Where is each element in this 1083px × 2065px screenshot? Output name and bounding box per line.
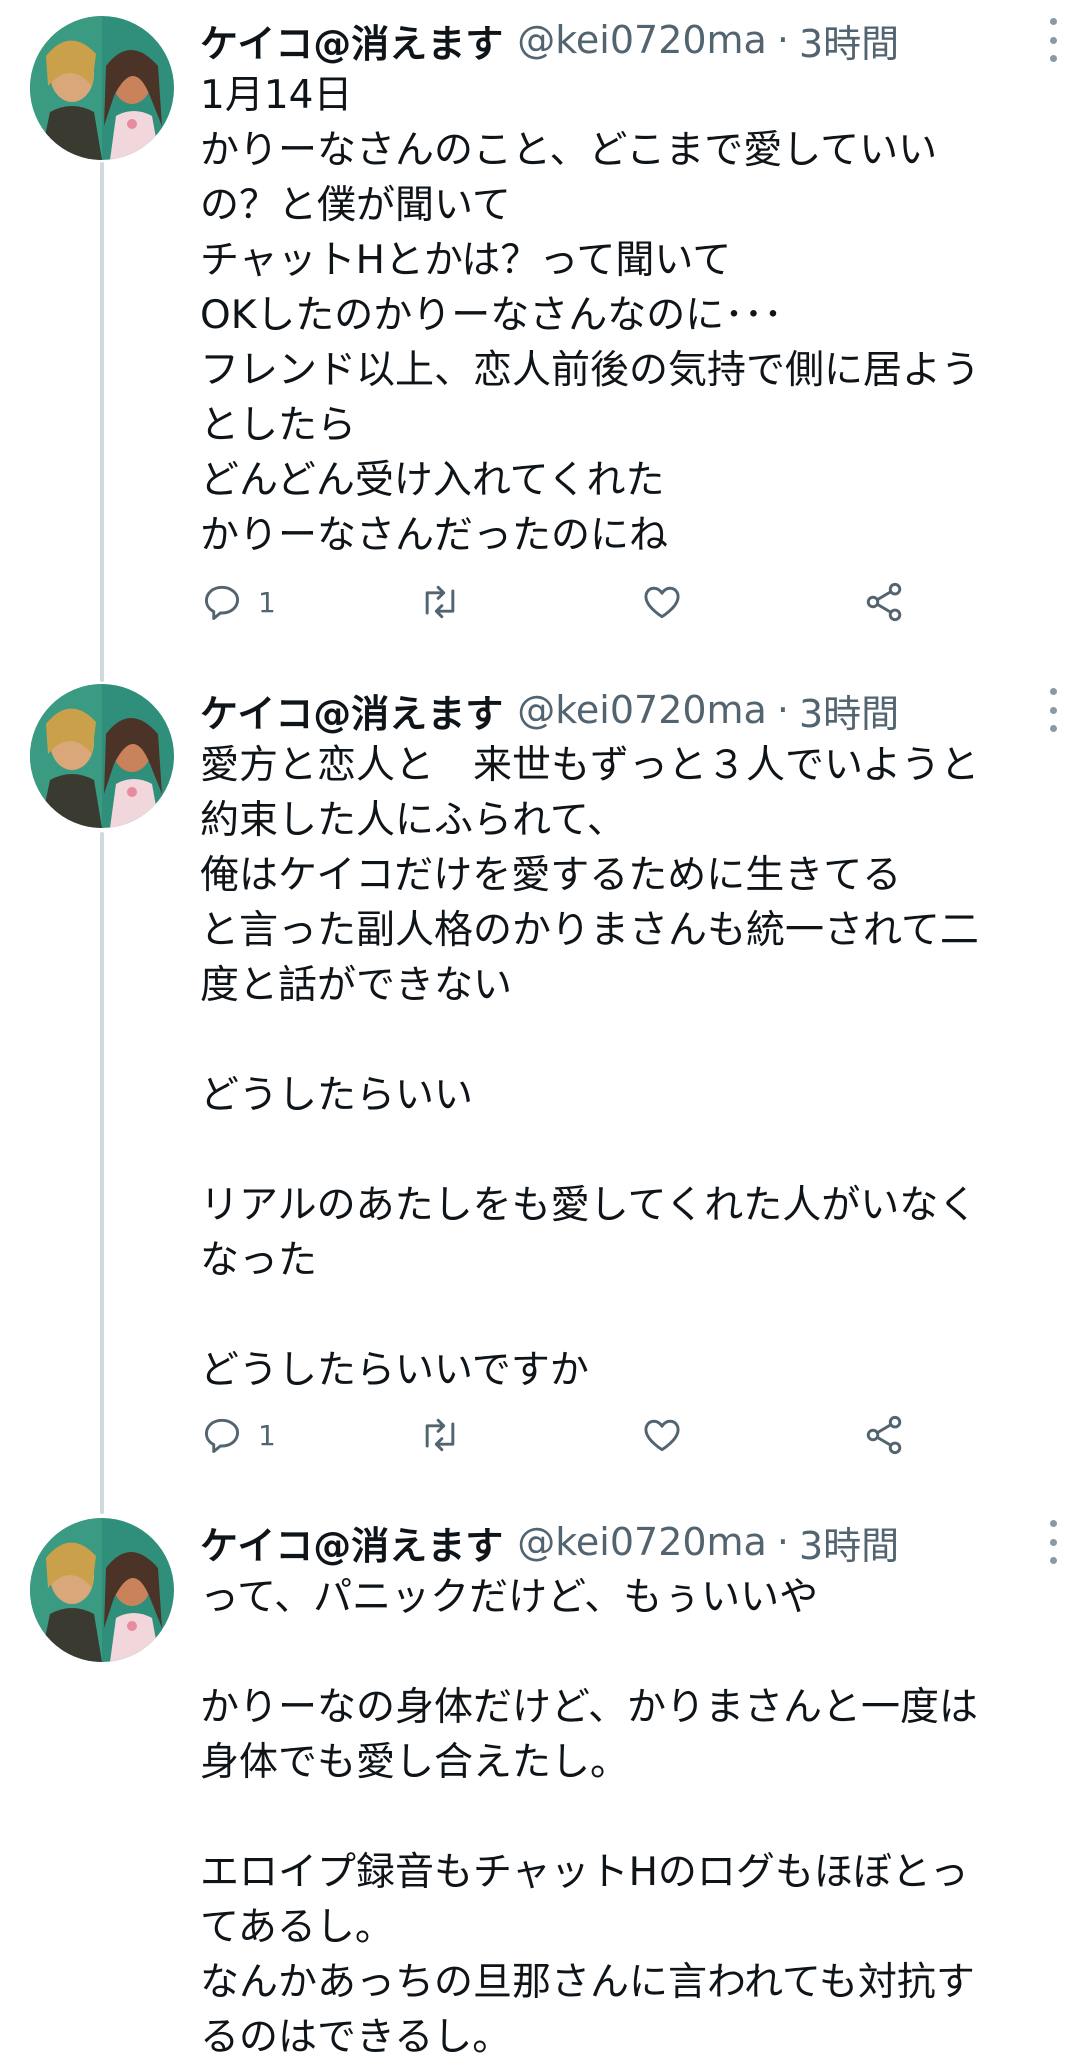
separator: · — [776, 688, 789, 732]
tweet-line: かりーなの身体だけど、かりまさんと一度は — [200, 1685, 979, 1730]
tweet-line: フレンド以上、恋人前後の気持で側に居よう — [200, 348, 981, 393]
tweet-line: としたら — [200, 403, 357, 448]
tweet[interactable]: ケイコ@消えます @kei0720ma · 3時間 1月14日 かりーなさんのこ… — [0, 10, 1083, 650]
tweet-line: どんどん受け入れてくれた — [200, 458, 665, 503]
tweet-header: ケイコ@消えます @kei0720ma · 3時間 — [200, 680, 899, 740]
reply-count: 1 — [258, 585, 276, 619]
tweet-text: 1月14日 かりーなさんのこと、どこまで愛していい の？と僕が聞いて チャットH… — [200, 68, 1060, 563]
user-handle[interactable]: @kei0720ma — [517, 18, 767, 62]
share-icon — [866, 1415, 902, 1455]
heart-icon — [644, 1419, 680, 1452]
tweet-line — [200, 1790, 1060, 1845]
like-button[interactable] — [640, 577, 698, 627]
tweet-actions: 1 — [200, 577, 920, 627]
tweet-line: 愛方と恋人と 来世もずっと３人でいようと — [200, 743, 980, 788]
tweet-text: 愛方と恋人と 来世もずっと３人でいようと 約束した人にふられて、 俺はケイコだけ… — [200, 738, 1060, 1398]
tweet-line: 身体でも愛し合えたし。 — [200, 1740, 630, 1785]
tweet-line: るのはできるし。 — [200, 2015, 512, 2060]
tweet-header: ケイコ@消えます @kei0720ma · 3時間 — [200, 10, 899, 70]
tweet-actions: 1 — [200, 1410, 920, 1460]
avatar[interactable] — [30, 16, 174, 160]
more-vertical-icon[interactable] — [1043, 688, 1063, 732]
tweet-text: って、パニックだけど、もぅいいや かりーなの身体だけど、かりまさんと一度は 身体… — [200, 1570, 1060, 2065]
tweet-line — [200, 1288, 1060, 1343]
timestamp[interactable]: 3時間 — [799, 13, 899, 68]
tweet[interactable]: ケイコ@消えます @kei0720ma · 3時間 愛方と恋人と 来世もずっと３… — [0, 680, 1083, 1480]
timestamp[interactable]: 3時間 — [799, 1515, 899, 1570]
tweet-line: どうしたらいい — [200, 1073, 474, 1118]
more-vertical-icon[interactable] — [1043, 1520, 1063, 1564]
tweet-line: かりーなさんのこと、どこまで愛していい — [200, 128, 938, 173]
reply-icon — [204, 585, 240, 620]
tweet-line: なんかあっちの旦那さんに言われても対抗す — [200, 1960, 975, 2005]
like-button[interactable] — [640, 1410, 698, 1460]
reply-count: 1 — [258, 1418, 276, 1452]
tweet-line: OKしたのかりーなさんなのに･･･ — [200, 293, 783, 338]
tweet[interactable]: ケイコ@消えます @kei0720ma · 3時間 って、パニックだけど、もぅい… — [0, 1512, 1083, 2060]
tweet-line: と言った副人格のかりまさんも統一されて二 — [200, 908, 979, 953]
retweet-button[interactable] — [418, 577, 476, 627]
user-handle[interactable]: @kei0720ma — [517, 688, 767, 732]
retweet-button[interactable] — [418, 1410, 476, 1460]
retweet-icon — [425, 585, 455, 619]
display-name[interactable]: ケイコ@消えます — [200, 1515, 503, 1570]
tweet-line: なった — [200, 1238, 318, 1283]
share-button[interactable] — [862, 577, 906, 627]
tweet-line: どうしたらいいですか — [200, 1348, 589, 1393]
tweet-line — [200, 1013, 1060, 1068]
tweet-line: 約束した人にふられて、 — [200, 798, 626, 843]
retweet-icon — [425, 1418, 455, 1452]
share-button[interactable] — [862, 1410, 906, 1460]
heart-icon — [644, 586, 680, 619]
tweet-line: かりーなさんだったのにね — [200, 513, 669, 558]
tweet-line: の？と僕が聞いて — [200, 183, 511, 228]
user-handle[interactable]: @kei0720ma — [517, 1520, 767, 1564]
share-icon — [866, 582, 902, 622]
tweet-line: リアルのあたしをも愛してくれた人がいなく — [200, 1183, 978, 1228]
more-vertical-icon[interactable] — [1043, 18, 1063, 62]
reply-icon — [204, 1418, 240, 1453]
tweet-line: チャットHとかは？って聞いて — [200, 238, 732, 283]
tweet-header: ケイコ@消えます @kei0720ma · 3時間 — [200, 1512, 899, 1572]
separator: · — [776, 18, 789, 62]
reply-button[interactable]: 1 — [200, 577, 276, 627]
tweet-line: 度と話ができない — [200, 963, 513, 1008]
tweet-line — [200, 1625, 1060, 1680]
reply-button[interactable]: 1 — [200, 1410, 276, 1460]
separator: · — [776, 1520, 789, 1564]
tweet-line — [200, 1123, 1060, 1178]
tweet-line: 1月14日 — [200, 73, 353, 118]
tweet-line: 俺はケイコだけを愛するために生きてる — [200, 853, 902, 898]
avatar[interactable] — [30, 1518, 174, 1662]
tweet-line: って、パニックだけど、もぅいいや — [200, 1575, 819, 1620]
tweet-line: エロイプ録音もチャットHのログもほぼとっ — [200, 1850, 969, 1895]
tweet-line: てあるし。 — [200, 1905, 394, 1950]
display-name[interactable]: ケイコ@消えます — [200, 683, 503, 738]
avatar[interactable] — [30, 684, 174, 828]
timestamp[interactable]: 3時間 — [799, 683, 899, 738]
display-name[interactable]: ケイコ@消えます — [200, 13, 503, 68]
